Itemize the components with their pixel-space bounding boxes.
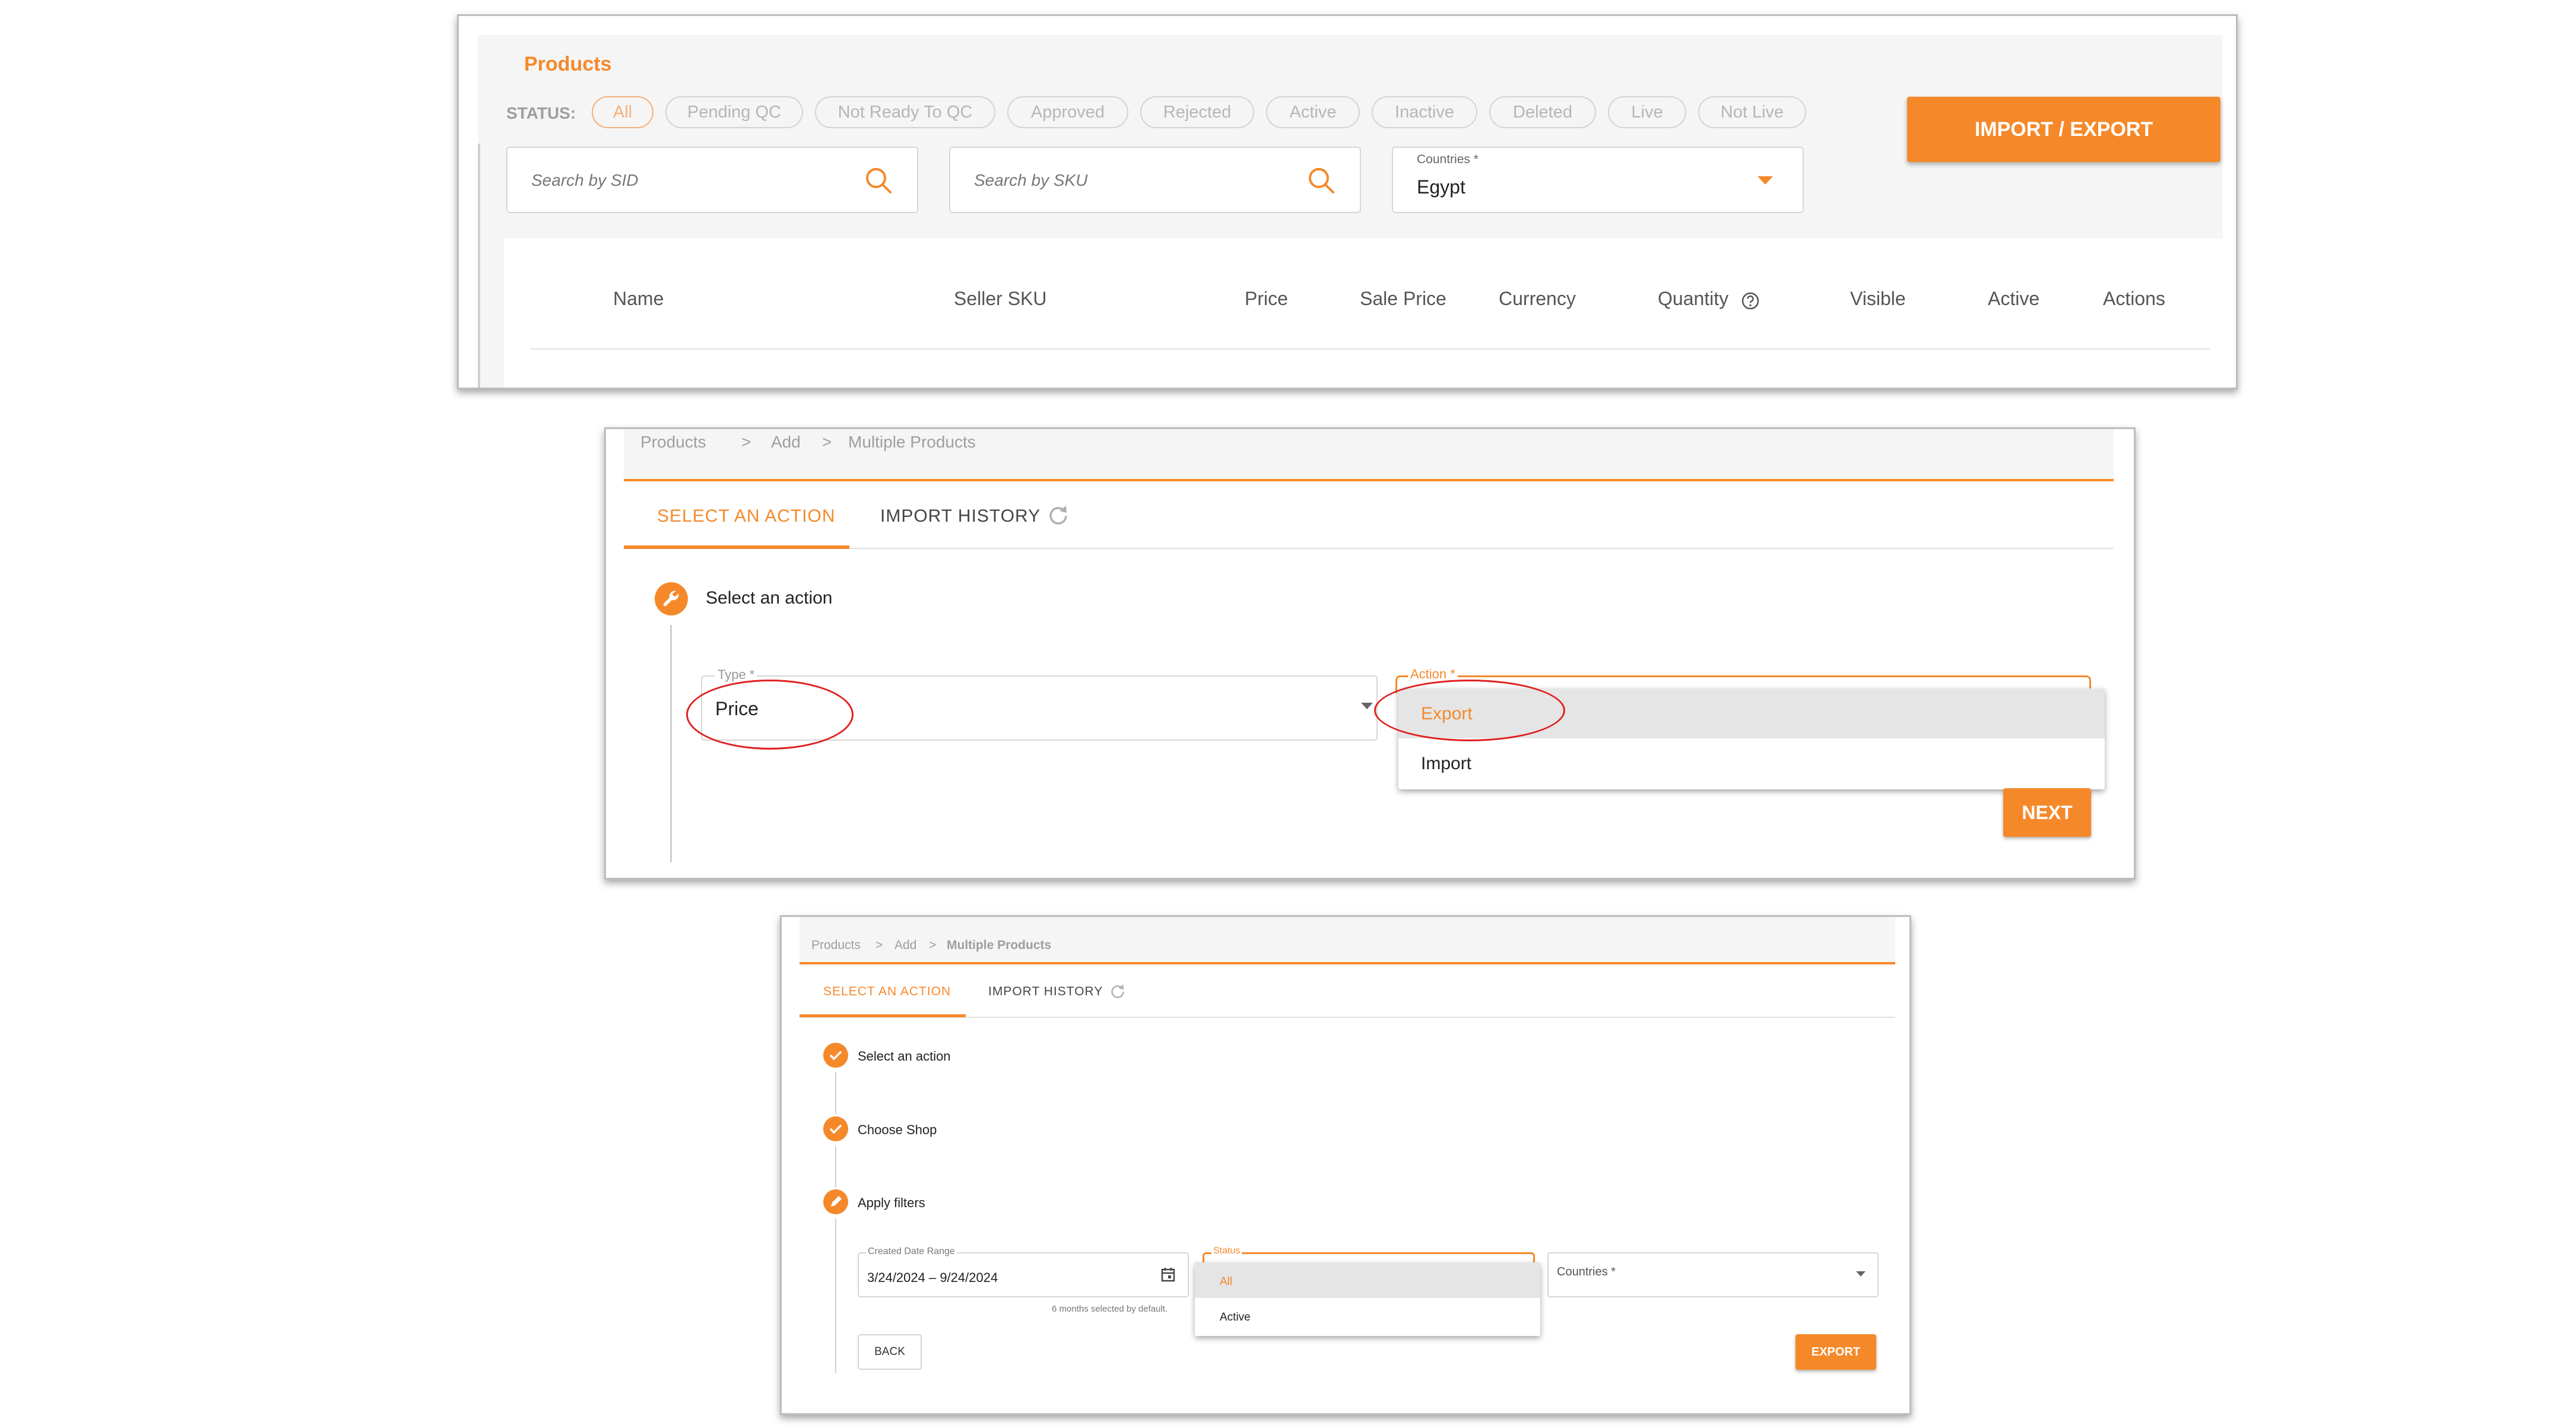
status-chip-pending-qc[interactable]: Pending QC [665,96,803,128]
date-range-hint: 6 months selected by default. [1052,1304,1168,1314]
apply-filters-panel: Products > Add > Multiple Products SELEC… [780,915,1911,1415]
status-chip-deleted[interactable]: Deleted [1489,96,1596,128]
breadcrumb-products[interactable]: Products [640,433,706,452]
left-border-line [478,144,480,388]
countries-label: Countries * [1417,153,1479,166]
calendar-icon[interactable] [1160,1267,1176,1283]
status-dropdown-menu: All Active [1195,1262,1540,1336]
countries-value: Egypt [1417,176,1465,198]
breadcrumb-separator: > [929,938,937,952]
breadcrumb: Products > Add > Multiple Products [800,917,1895,964]
next-button[interactable]: NEXT [2003,788,2091,837]
step-complete-icon [823,1116,848,1141]
status-chip-not-live[interactable]: Not Live [1698,96,1806,128]
stepper-line [835,1146,836,1188]
status-chip-rejected[interactable]: Rejected [1140,96,1254,128]
status-chip-all[interactable]: All [592,96,653,128]
column-header-visible: Visible [1850,288,1906,309]
help-icon[interactable] [1741,291,1760,310]
column-header-seller-sku: Seller SKU [954,288,1047,309]
search-sku-input[interactable] [974,166,1271,195]
page-title: Products [524,53,612,75]
countries-select[interactable]: Countries * Egypt [1392,147,1804,213]
active-tab-indicator [624,545,849,549]
status-label: STATUS: [506,104,576,122]
dropdown-arrow-icon[interactable] [1757,176,1773,185]
dropdown-arrow-icon[interactable] [1361,703,1373,709]
dropdown-arrow-icon[interactable] [1856,1271,1866,1277]
tab-import-history[interactable]: IMPORT HISTORY [988,985,1103,999]
step-complete-icon [823,1043,848,1068]
status-label: Status [1211,1246,1242,1256]
select-action-panel: Products > Add > Multiple Products SELEC… [604,427,2136,880]
status-chip-inactive[interactable]: Inactive [1372,96,1477,128]
status-chip-active[interactable]: Active [1266,96,1360,128]
column-header-sale-price: Sale Price [1360,288,1446,309]
refresh-icon[interactable] [1045,503,1071,529]
breadcrumb: Products > Add > Multiple Products [624,429,2114,481]
status-chip-not-ready-to-qc[interactable]: Not Ready To QC [815,96,995,128]
stepper-line [670,625,672,862]
column-header-actions: Actions [2103,288,2165,309]
stepper-line [835,1072,836,1114]
stepper-line [835,1218,836,1373]
breadcrumb-separator: > [822,433,832,451]
annotation-circle [686,680,854,750]
column-header-currency: Currency [1499,288,1576,309]
tab-import-history[interactable]: IMPORT HISTORY [880,506,1040,526]
breadcrumb-add[interactable]: Add [771,433,801,452]
products-table [504,239,2223,388]
search-sku-box [949,147,1361,213]
column-header-quantity: Quantity [1658,288,1729,309]
step-title: Select an action [706,588,833,608]
import-export-button[interactable]: IMPORT / EXPORT [1907,97,2220,162]
back-button[interactable]: BACK [858,1334,922,1370]
breadcrumb-separator: > [741,433,751,451]
countries-select[interactable]: Countries * [1547,1252,1879,1297]
status-chip-live[interactable]: Live [1608,96,1686,128]
search-sid-input[interactable] [531,166,828,195]
column-header-name: Name [613,288,664,309]
breadcrumb-multiple-products: Multiple Products [947,938,1052,952]
wrench-icon [663,591,679,607]
date-range-value: 3/24/2024 – 9/24/2024 [867,1270,998,1285]
breadcrumb-add[interactable]: Add [894,938,916,953]
search-icon[interactable] [1306,166,1336,195]
search-sid-box [506,147,918,213]
tab-select-an-action[interactable]: SELECT AN ACTION [823,985,951,999]
step-title-apply-filters: Apply filters [858,1195,925,1210]
column-header-active: Active [1988,288,2040,309]
step-title-choose-shop: Choose Shop [858,1122,937,1137]
breadcrumb-separator: > [875,938,883,952]
step-title-select-action: Select an action [858,1049,951,1064]
date-range-field[interactable]: Created Date Range 3/24/2024 – 9/24/2024 [858,1246,1189,1297]
status-chip-approved[interactable]: Approved [1007,96,1128,128]
check-icon [829,1124,842,1134]
export-button[interactable]: EXPORT [1795,1334,1876,1370]
column-header-price: Price [1245,288,1288,309]
step-edit-icon [823,1189,848,1214]
menu-item-label: Active [1220,1311,1251,1324]
search-icon[interactable] [864,166,893,195]
tab-select-an-action[interactable]: SELECT AN ACTION [657,506,836,526]
table-header-divider [530,348,2210,350]
countries-label: Countries * [1557,1265,1616,1278]
refresh-icon[interactable] [1108,982,1127,1001]
pencil-icon [831,1196,842,1207]
annotation-circle [1374,680,1565,741]
step-icon [655,582,688,615]
date-range-label: Created Date Range [866,1246,957,1257]
menu-item-label: Import [1421,754,1472,773]
active-tab-indicator [800,1014,966,1017]
products-list-panel: Products STATUS: All Pending QC Not Read… [457,14,2238,389]
breadcrumb-multiple-products: Multiple Products [848,433,976,451]
breadcrumb-products[interactable]: Products [811,938,861,953]
menu-item-label: All [1220,1275,1233,1288]
menu-item-all[interactable]: All [1195,1262,1540,1298]
check-icon [829,1050,842,1061]
